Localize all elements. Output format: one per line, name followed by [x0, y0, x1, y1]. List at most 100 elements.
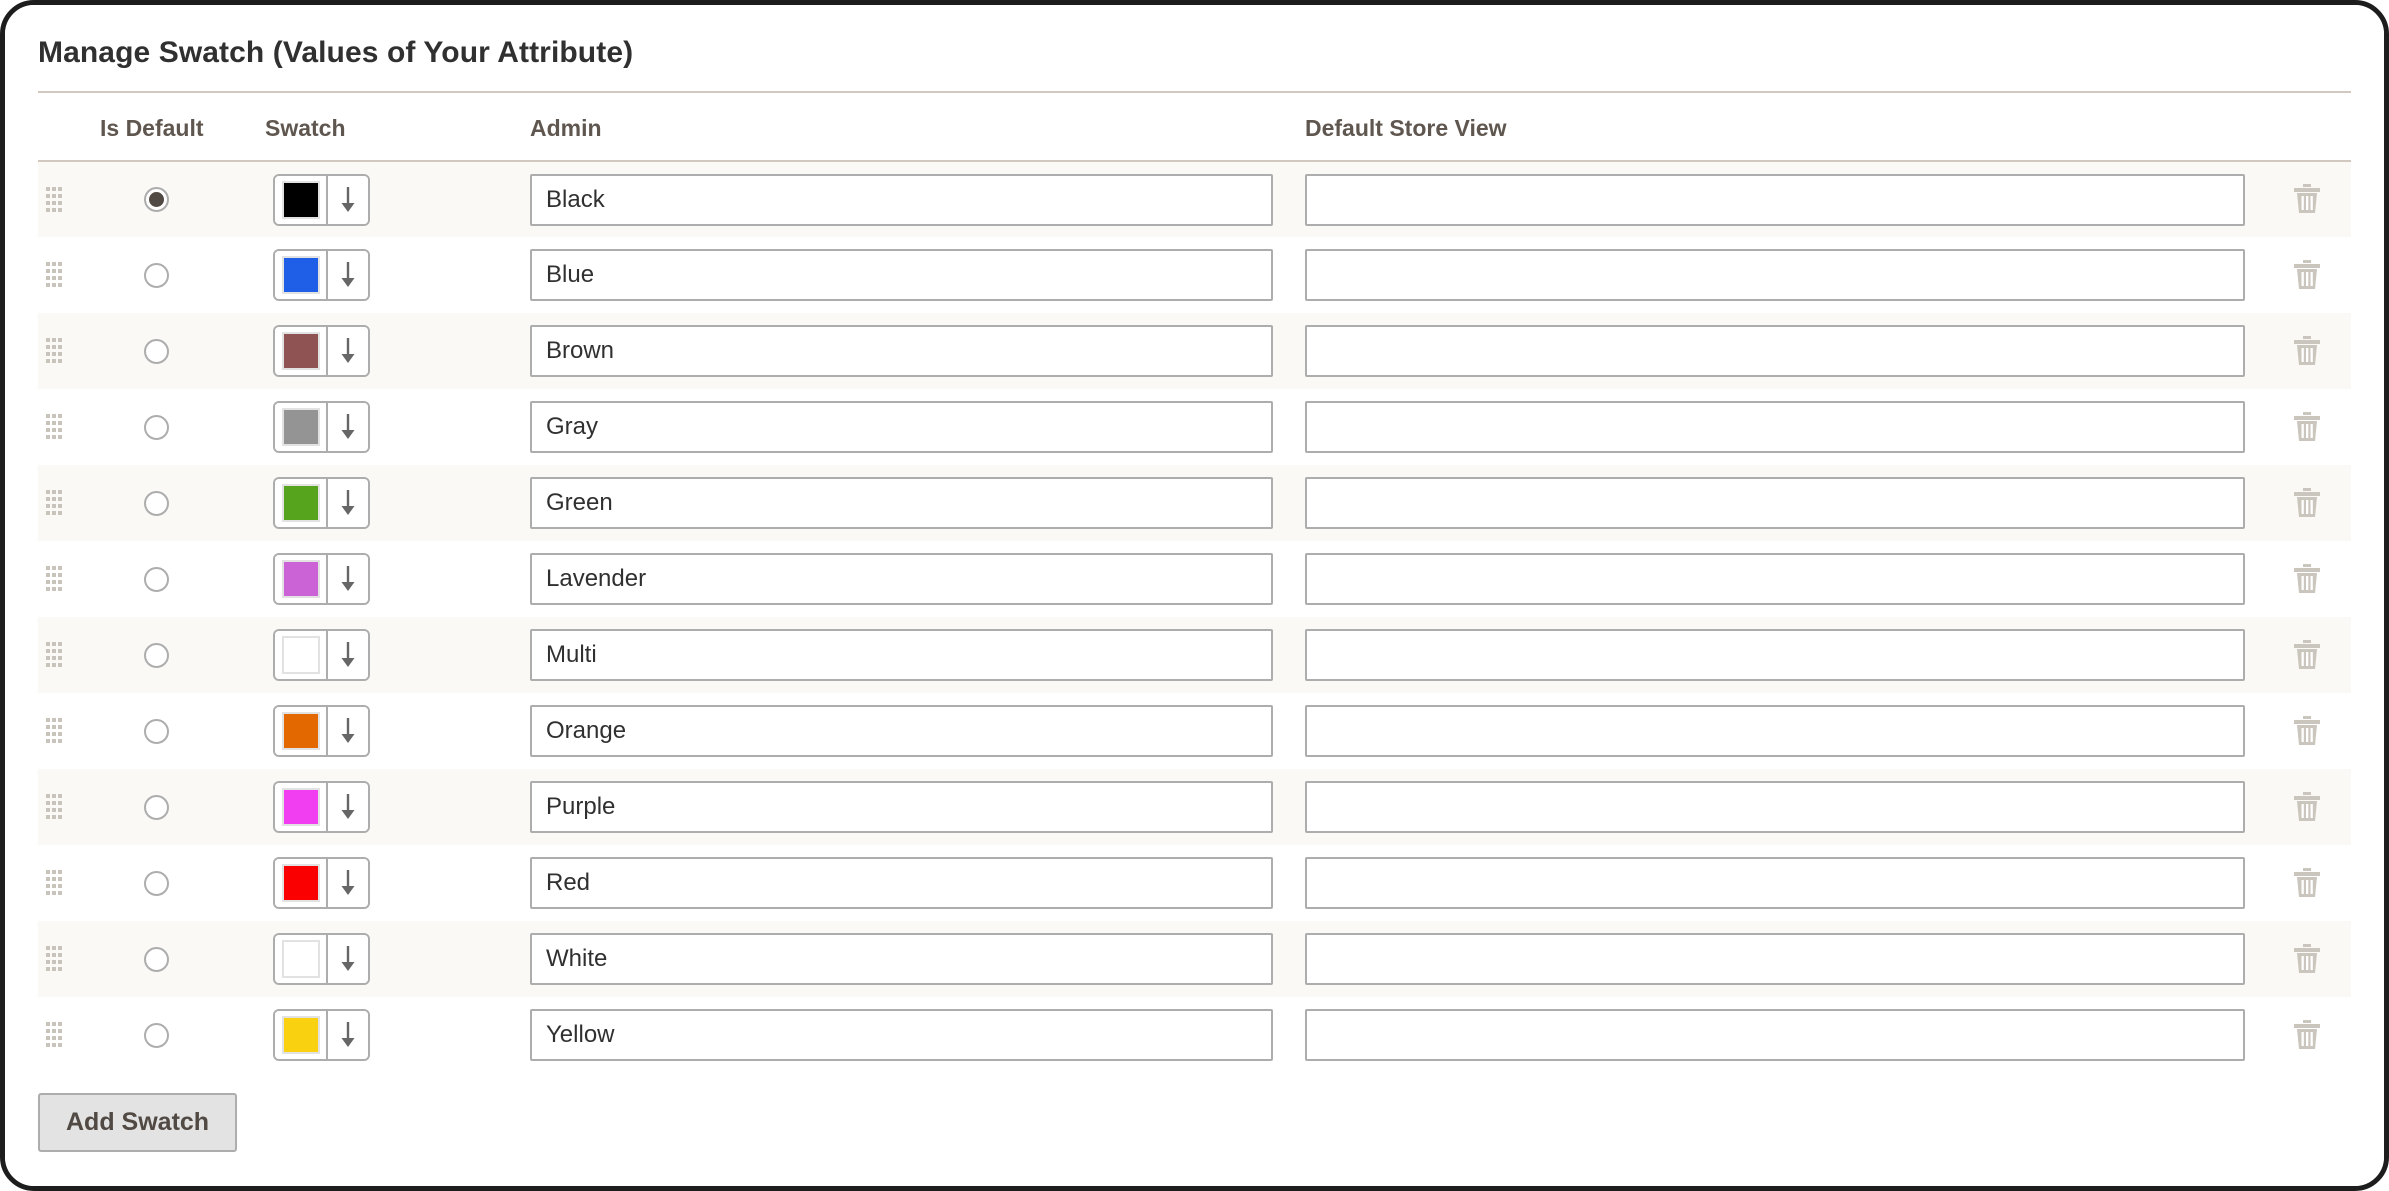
swatch-chip-wrapper[interactable] [275, 935, 328, 983]
row-drag-cell [38, 617, 100, 693]
swatch-chip-wrapper[interactable] [275, 707, 328, 755]
swatch-chip-wrapper[interactable] [275, 631, 328, 679]
admin-label-input[interactable] [530, 173, 1273, 226]
drag-handle-icon[interactable] [46, 1022, 65, 1047]
arrow-down-icon[interactable] [328, 251, 368, 299]
is-default-radio[interactable] [144, 338, 169, 364]
swatch-color-picker[interactable] [273, 401, 370, 453]
swatch-color-picker[interactable] [273, 553, 370, 605]
trash-icon[interactable] [2289, 255, 2325, 295]
arrow-down-icon[interactable] [328, 783, 368, 831]
swatch-chip-wrapper[interactable] [275, 175, 328, 224]
is-default-radio[interactable] [144, 262, 169, 288]
admin-label-input[interactable] [530, 629, 1273, 681]
trash-icon[interactable] [2289, 787, 2325, 827]
default-store-view-input[interactable] [1305, 1009, 2245, 1061]
add-swatch-button[interactable]: Add Swatch [38, 1093, 238, 1152]
admin-label-input[interactable] [530, 1009, 1273, 1061]
default-store-view-input[interactable] [1305, 629, 2245, 681]
admin-label-input[interactable] [530, 857, 1273, 909]
arrow-down-icon[interactable] [328, 555, 368, 603]
swatch-chip-wrapper[interactable] [275, 479, 328, 527]
is-default-radio[interactable] [144, 946, 169, 972]
swatch-chip-wrapper[interactable] [275, 555, 328, 603]
trash-icon[interactable] [2289, 863, 2325, 903]
admin-cell [530, 541, 1305, 617]
arrow-down-icon[interactable] [328, 175, 368, 224]
arrow-down-icon[interactable] [328, 631, 368, 679]
trash-icon[interactable] [2289, 711, 2325, 751]
default-store-view-input[interactable] [1305, 477, 2245, 529]
swatch-color-picker[interactable] [273, 857, 370, 909]
is-default-radio[interactable] [144, 870, 169, 896]
arrow-down-icon[interactable] [328, 1011, 368, 1059]
admin-label-input[interactable] [530, 553, 1273, 605]
default-store-view-input[interactable] [1305, 553, 2245, 605]
drag-handle-icon[interactable] [46, 262, 65, 287]
trash-icon[interactable] [2289, 939, 2325, 979]
drag-handle-icon[interactable] [46, 718, 65, 743]
swatch-color-picker[interactable] [273, 933, 370, 985]
default-store-view-input[interactable] [1305, 401, 2245, 453]
default-store-view-input[interactable] [1305, 781, 2245, 833]
arrow-down-icon[interactable] [328, 479, 368, 527]
trash-icon[interactable] [2289, 559, 2325, 599]
trash-icon[interactable] [2289, 407, 2325, 447]
default-store-view-input[interactable] [1305, 173, 2245, 226]
admin-label-input[interactable] [530, 781, 1273, 833]
arrow-down-icon[interactable] [328, 707, 368, 755]
is-default-radio[interactable] [144, 794, 169, 820]
admin-label-input[interactable] [530, 477, 1273, 529]
swatch-chip-wrapper[interactable] [275, 403, 328, 451]
drag-handle-icon[interactable] [46, 566, 65, 591]
admin-label-input[interactable] [530, 705, 1273, 757]
trash-icon[interactable] [2289, 331, 2325, 371]
swatch-color-picker[interactable] [273, 781, 370, 833]
trash-icon[interactable] [2289, 179, 2325, 219]
is-default-radio[interactable] [144, 187, 169, 212]
swatch-color-picker[interactable] [273, 1009, 370, 1061]
default-store-view-input[interactable] [1305, 249, 2245, 301]
trash-icon[interactable] [2289, 635, 2325, 675]
drag-handle-icon[interactable] [46, 642, 65, 667]
is-default-radio[interactable] [144, 414, 169, 440]
swatch-chip-wrapper[interactable] [275, 783, 328, 831]
swatch-chip-wrapper[interactable] [275, 859, 328, 907]
trash-icon[interactable] [2289, 1015, 2325, 1055]
is-default-radio[interactable] [144, 718, 169, 744]
swatch-chip-wrapper[interactable] [275, 1011, 328, 1059]
drag-handle-icon[interactable] [46, 794, 65, 819]
drag-handle-icon[interactable] [46, 946, 65, 971]
swatch-color-picker[interactable] [273, 249, 370, 301]
admin-label-input[interactable] [530, 933, 1273, 985]
trash-icon[interactable] [2289, 483, 2325, 523]
default-store-view-input[interactable] [1305, 705, 2245, 757]
arrow-down-icon[interactable] [328, 403, 368, 451]
admin-label-input[interactable] [530, 249, 1273, 301]
arrow-down-icon[interactable] [328, 935, 368, 983]
drag-handle-icon[interactable] [46, 338, 65, 363]
swatch-color-picker[interactable] [273, 705, 370, 757]
swatch-color-picker[interactable] [273, 629, 370, 681]
arrow-down-icon[interactable] [328, 327, 368, 375]
drag-handle-icon[interactable] [46, 414, 65, 439]
swatch-color-picker[interactable] [273, 325, 370, 377]
default-store-view-input[interactable] [1305, 325, 2245, 377]
admin-label-input[interactable] [530, 325, 1273, 377]
swatch-color-chip [281, 636, 320, 674]
swatch-chip-wrapper[interactable] [275, 327, 328, 375]
swatch-color-picker[interactable] [273, 477, 370, 529]
default-store-view-input[interactable] [1305, 857, 2245, 909]
drag-handle-icon[interactable] [46, 186, 65, 212]
is-default-radio[interactable] [144, 1022, 169, 1048]
drag-handle-icon[interactable] [46, 490, 65, 515]
arrow-down-icon[interactable] [328, 859, 368, 907]
admin-label-input[interactable] [530, 401, 1273, 453]
drag-handle-icon[interactable] [46, 870, 65, 895]
swatch-color-picker[interactable] [273, 173, 370, 226]
swatch-chip-wrapper[interactable] [275, 251, 328, 299]
is-default-radio[interactable] [144, 566, 169, 592]
is-default-radio[interactable] [144, 642, 169, 668]
is-default-radio[interactable] [144, 490, 169, 516]
default-store-view-input[interactable] [1305, 933, 2245, 985]
